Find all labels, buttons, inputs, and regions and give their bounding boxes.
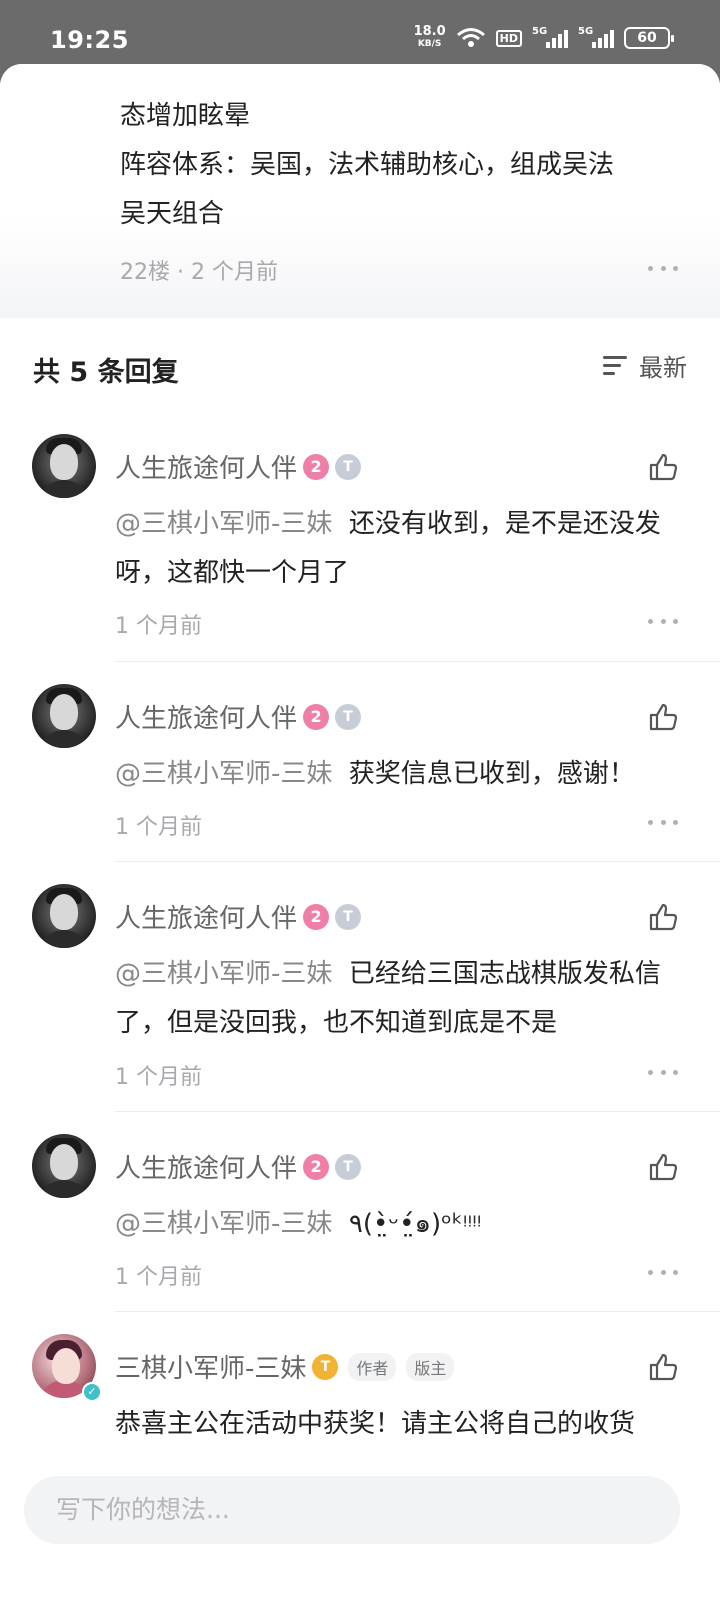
status-bar: 19:25 18.0 KB/S HD 5G 5G 60	[0, 0, 720, 70]
signal-label-1: 5G	[532, 26, 548, 37]
network-speed: 18.0 KB/S	[413, 24, 446, 50]
sort-button[interactable]: 最新	[603, 348, 687, 383]
network-speed-unit: KB/S	[417, 39, 442, 49]
username[interactable]: 三棋小军师-三妹	[115, 1348, 306, 1385]
author-tag: 作者	[348, 1352, 397, 1381]
signal-icon-2: 5G	[578, 26, 614, 48]
replies-header: 共 5 条回复 最新	[0, 318, 720, 414]
reply-user: 三棋小军师-三妹 T 作者 版主	[115, 1348, 455, 1385]
author-tier-badge-icon: T	[312, 1353, 339, 1380]
reply-time: 1 个月前	[115, 815, 202, 840]
avatar[interactable]	[32, 684, 96, 748]
main-post-line: 吴天组合	[120, 199, 225, 229]
reply-text: @三棋小军师-三妹 还没有收到，是不是还没发呀，这都快一个月了	[115, 500, 675, 598]
divider	[115, 1111, 720, 1112]
comment-bar: 写下你的想法...	[0, 1450, 720, 1610]
reply-item: 人生旅途何人伴 2 T @三棋小军师-三妹 还没有收到，是不是还没发呀，这都快一…	[0, 414, 720, 664]
signal-icon-1: 5G	[532, 26, 568, 48]
more-icon[interactable]	[648, 264, 678, 272]
more-icon[interactable]	[648, 1268, 678, 1276]
divider	[115, 861, 720, 862]
reply-user: 人生旅途何人伴 2 T	[115, 698, 362, 735]
reply-sheet: 态增加眩晕 阵容体系：吴国，法术辅助核心，组成吴法 吴天组合 22楼 · 2 个…	[0, 64, 720, 1610]
reply-content: 获奖信息已收到，感谢！	[348, 759, 635, 789]
level-badge: 2	[303, 703, 330, 730]
main-post-line: 态增加眩晕	[120, 101, 251, 131]
reply-text: @三棋小军师-三妹 已经给三国志战棋版发私信了，但是没回我，也不知道到底是不是	[115, 950, 675, 1048]
reply-item: 人生旅途何人伴 2 T @三棋小军师-三妹 获奖信息已收到，感谢！ 1 个月前	[0, 664, 720, 864]
tier-badge-icon: T	[335, 1153, 362, 1180]
thumbs-up-icon[interactable]	[648, 1152, 678, 1182]
avatar[interactable]	[32, 884, 96, 948]
thumbs-up-icon[interactable]	[648, 1352, 678, 1382]
main-post: 态增加眩晕 阵容体系：吴国，法术辅助核心，组成吴法 吴天组合 22楼 · 2 个…	[0, 64, 720, 318]
thumbs-up-icon[interactable]	[648, 452, 678, 482]
thumbs-up-icon[interactable]	[648, 702, 678, 732]
reply-text: @三棋小军师-三妹 获奖信息已收到，感谢！	[115, 750, 675, 799]
mention-link[interactable]: @三棋小军师-三妹	[115, 1209, 332, 1239]
network-speed-value: 18.0	[413, 24, 446, 39]
level-badge: 2	[303, 1153, 330, 1180]
reply-content: ٩(•̤̀ᵕ•̤́๑)ᵒᵏᵎᵎᵎᵎ	[348, 1209, 482, 1239]
level-badge: 2	[303, 453, 330, 480]
avatar[interactable]	[32, 1134, 96, 1198]
reply-item: 人生旅途何人伴 2 T @三棋小军师-三妹 ٩(•̤̀ᵕ•̤́๑)ᵒᵏᵎᵎᵎᵎ …	[0, 1114, 720, 1314]
sort-icon	[603, 355, 629, 377]
mention-link[interactable]: @三棋小军师-三妹	[115, 759, 332, 789]
tier-badge-icon: T	[335, 703, 362, 730]
more-icon[interactable]	[648, 1068, 678, 1076]
tier-badge-icon: T	[335, 903, 362, 930]
level-badge: 2	[303, 903, 330, 930]
main-post-meta: 22楼 · 2 个月前	[120, 260, 278, 285]
battery-icon: 60	[624, 27, 674, 49]
username[interactable]: 人生旅途何人伴	[115, 1148, 297, 1185]
more-icon[interactable]	[648, 617, 678, 625]
status-icons: 18.0 KB/S HD 5G 5G 60	[413, 24, 674, 50]
hd-icon: HD	[495, 29, 522, 47]
username[interactable]: 人生旅途何人伴	[115, 698, 297, 735]
mention-link[interactable]: @三棋小军师-三妹	[115, 509, 332, 539]
reply-user: 人生旅途何人伴 2 T	[115, 1148, 362, 1185]
tier-badge-icon: T	[335, 453, 362, 480]
username[interactable]: 人生旅途何人伴	[115, 898, 297, 935]
main-post-line: 阵容体系：吴国，法术辅助核心，组成吴法	[120, 150, 615, 180]
reply-user: 人生旅途何人伴 2 T	[115, 898, 362, 935]
reply-time: 1 个月前	[115, 1265, 202, 1290]
avatar[interactable]	[32, 434, 96, 498]
reply-text: @三棋小军师-三妹 ٩(•̤̀ᵕ•̤́๑)ᵒᵏᵎᵎᵎᵎ	[115, 1200, 675, 1249]
reply-content: 恭喜主公在活动中获奖！请主公将自己的收货	[115, 1409, 636, 1439]
wifi-icon	[456, 28, 485, 47]
sort-label: 最新	[639, 354, 687, 382]
main-post-text: 态增加眩晕 阵容体系：吴国，法术辅助核心，组成吴法 吴天组合	[120, 92, 680, 239]
mention-link[interactable]: @三棋小军师-三妹	[115, 959, 332, 989]
reply-time: 1 个月前	[115, 614, 202, 639]
reply-text: 恭喜主公在活动中获奖！请主公将自己的收货	[115, 1400, 675, 1449]
reply-item: ✓ 三棋小军师-三妹 T 作者 版主 恭喜主公在活动中获奖！请主公将自己的收货	[0, 1314, 720, 1450]
comment-input[interactable]: 写下你的想法...	[24, 1476, 680, 1544]
moderator-tag: 版主	[406, 1352, 455, 1381]
more-icon[interactable]	[648, 818, 678, 826]
reply-time: 1 个月前	[115, 1065, 202, 1090]
signal-label-2: 5G	[578, 26, 594, 37]
reply-user: 人生旅途何人伴 2 T	[115, 448, 362, 485]
divider	[115, 661, 720, 662]
reply-item: 人生旅途何人伴 2 T @三棋小军师-三妹 已经给三国志战棋版发私信了，但是没回…	[0, 864, 720, 1114]
reply-count: 共 5 条回复	[33, 357, 179, 388]
status-time: 19:25	[50, 26, 129, 54]
username[interactable]: 人生旅途何人伴	[115, 448, 297, 485]
divider	[115, 1311, 720, 1312]
verified-icon: ✓	[82, 1382, 102, 1402]
thumbs-up-icon[interactable]	[648, 902, 678, 932]
